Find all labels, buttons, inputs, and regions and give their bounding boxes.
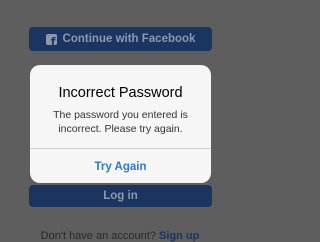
signup-row: Don't have an account? Sign up xyxy=(0,230,240,242)
try-again-button[interactable]: Try Again xyxy=(30,149,211,183)
login-button-label: Log in xyxy=(103,190,138,202)
facebook-button-label: Continue with Facebook xyxy=(62,33,196,45)
signup-prompt: Don't have an account? xyxy=(40,230,156,242)
incorrect-password-alert: Incorrect Password The password you ente… xyxy=(30,65,211,183)
login-button[interactable]: Log in xyxy=(29,185,212,207)
alert-title: Incorrect Password xyxy=(58,85,183,101)
signup-link[interactable]: Sign up xyxy=(159,230,199,242)
facebook-icon xyxy=(45,33,57,45)
continue-with-facebook-button[interactable]: Continue with Facebook xyxy=(29,27,212,51)
alert-message: The password you entered is incorrect. P… xyxy=(53,109,188,135)
